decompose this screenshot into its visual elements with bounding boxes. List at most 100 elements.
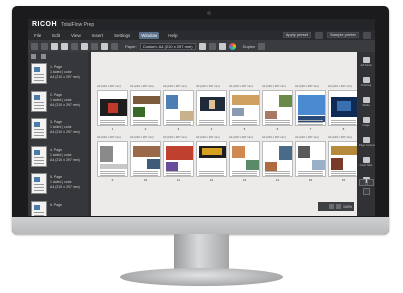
grid-view-button[interactable] [367, 179, 374, 186]
page-text-line [100, 120, 125, 121]
menu-file[interactable]: File [32, 32, 43, 39]
page-text-line [265, 173, 290, 174]
panel-tab-insert-tabs[interactable]: Insert Tabs [359, 157, 373, 172]
page-canvas[interactable]: A4 (210 x 297 mm) 1 A4 (210 x 297 mm) 2 A4 (… [91, 52, 357, 216]
select-icon[interactable] [51, 42, 58, 50]
menu-right-controls: Apply preset Sample printer [282, 30, 371, 40]
page-number: 1 [111, 127, 114, 131]
page-text-line [298, 124, 323, 125]
menu-view[interactable]: View [69, 32, 83, 39]
page-text-line [133, 173, 158, 174]
page-list-item[interactable]: 1. Page 1 sided | color A4 (210 x 297 mm) [31, 63, 86, 88]
list-view-button[interactable] [363, 188, 370, 195]
monitor-stand-base [120, 268, 283, 286]
paper-select[interactable]: Custom: A4 (210 x 297 mm) [139, 42, 196, 50]
printer-select[interactable]: Sample printer [326, 32, 359, 38]
page-image [209, 100, 215, 109]
page-image [133, 146, 160, 157]
app-screen: RICOH TotalFlow Prep File Edit View Inse… [28, 19, 375, 216]
page-number: 12 [209, 178, 214, 182]
page-number: 8 [342, 127, 345, 131]
zoom-in-icon[interactable] [336, 204, 342, 209]
page-thumbnail[interactable]: A4 (210 x 297 mm) 13 [229, 135, 260, 185]
page-image [166, 146, 193, 160]
panel-tab-image[interactable]: Image [359, 117, 373, 132]
page-thumbnail[interactable]: A4 (210 x 297 mm) 5 [229, 84, 260, 134]
grid-view-icon[interactable] [31, 54, 36, 59]
page-list-item[interactable]: 5. Page 1 sided | color A4 (210 x 297 mm) [31, 173, 86, 198]
page-list-item[interactable]: 3. Page 1 sided | color A4 (210 x 297 mm) [31, 118, 86, 143]
page-thumbnail[interactable]: A4 (210 x 297 mm) 12 [196, 135, 227, 185]
menu-settings[interactable]: Settings [112, 32, 132, 39]
page-text-line [199, 171, 224, 172]
refresh-icon[interactable] [314, 31, 323, 39]
paper-label: Paper: [125, 43, 137, 49]
page-list-header [28, 52, 88, 61]
page-text-line [100, 124, 125, 125]
color-icon[interactable] [228, 42, 236, 50]
page-thumbnail[interactable]: A4 (210 x 297 mm) 4 [196, 84, 227, 134]
page-text-line [331, 124, 356, 125]
page-thumbnail[interactable]: A4 (210 x 297 mm) 11 [163, 135, 194, 185]
page-list-label: 6. Page [50, 202, 63, 207]
page-size-label: A4 (210 x 297 mm) [163, 135, 187, 139]
insert-page-icon[interactable] [101, 42, 108, 50]
image-icon[interactable] [111, 42, 118, 50]
grid-icon[interactable] [71, 42, 78, 50]
panel-tab-media[interactable]: Media [359, 97, 373, 112]
panel-tab-page-content[interactable]: Page Content [359, 137, 375, 152]
page-thumbnail[interactable]: A4 (210 x 297 mm) 7 [295, 84, 326, 134]
frame-icon[interactable] [61, 42, 68, 50]
split-icon[interactable] [91, 42, 98, 50]
page-setup-icon[interactable] [218, 42, 226, 50]
page-thumbnail[interactable]: A4 (210 x 297 mm) 9 [97, 135, 128, 185]
page-thumbnail[interactable]: A4 (210 x 297 mm) 6 [262, 84, 293, 134]
toolbar: Paper: Custom: A4 (210 x 297 mm) Duplex [28, 40, 375, 52]
page-image [279, 146, 292, 160]
zoom-out-icon[interactable] [329, 204, 335, 209]
duplex-toggle[interactable] [258, 42, 266, 50]
page-thumbnail[interactable]: A4 (210 x 297 mm) 10 [130, 135, 161, 185]
page-sheet [328, 90, 357, 126]
menu-insert[interactable]: Insert [90, 32, 105, 39]
panel-tab-job-setup[interactable]: Job Setup [359, 57, 373, 72]
redo-icon[interactable] [41, 42, 48, 50]
thumbnail-view-button[interactable] [359, 179, 366, 186]
page-text-line [100, 175, 125, 176]
page-text-line [100, 122, 125, 123]
page-thumbnail[interactable]: A4 (210 x 297 mm) 8 [328, 84, 357, 134]
page-thumbnail[interactable]: A4 (210 x 297 mm) 3 [163, 84, 194, 134]
panel-tab-finishing[interactable]: Finishing [359, 77, 373, 92]
orientation-icon[interactable] [198, 42, 206, 50]
size-icon[interactable] [208, 42, 216, 50]
page-size-label: A4 (210 x 297 mm) [262, 135, 286, 139]
page-thumbnail[interactable]: A4 (210 x 297 mm) 1 [97, 84, 128, 134]
preset-select[interactable]: Apply preset [282, 32, 311, 38]
page-image [133, 107, 145, 117]
zoom-value[interactable]: 100% [343, 205, 352, 209]
menu-edit[interactable]: Edit [50, 32, 62, 39]
page-size-label: A4 (210 x 297 mm) [328, 135, 352, 139]
page-sheet [97, 90, 128, 126]
page-sheet [295, 141, 326, 177]
page-thumbnail[interactable]: A4 (210 x 297 mm) 15 [295, 135, 326, 185]
page-sheet [130, 141, 161, 177]
menu-window[interactable]: Window [139, 31, 160, 39]
page-list-detail: 1 sided | color A4 (210 x 297 mm) [50, 152, 80, 162]
page-thumbnail[interactable]: A4 (210 x 297 mm) 14 [262, 135, 293, 185]
page-icon[interactable] [81, 42, 88, 50]
page-list-item[interactable]: 6. Page [31, 200, 86, 216]
page-list-item[interactable]: 2. Page 1 sided | color A4 (210 x 297 mm) [31, 90, 86, 116]
page-image [100, 146, 113, 162]
page-thumbnail[interactable]: A4 (210 x 297 mm) 2 [130, 84, 161, 134]
print-icon[interactable] [363, 31, 371, 39]
job-setup-icon [362, 57, 370, 63]
page-image [108, 103, 118, 113]
page-size-label: A4 (210 x 297 mm) [295, 84, 319, 88]
menu-help[interactable]: Help [166, 32, 179, 39]
page-thumbnail[interactable]: A4 (210 x 297 mm) 16 [328, 135, 357, 185]
page-list-item[interactable]: 4. Page 1 sided | color A4 (210 x 297 mm) [31, 145, 86, 171]
undo-icon[interactable] [31, 42, 38, 50]
image-icon [362, 117, 370, 123]
list-view-icon[interactable] [41, 54, 46, 59]
